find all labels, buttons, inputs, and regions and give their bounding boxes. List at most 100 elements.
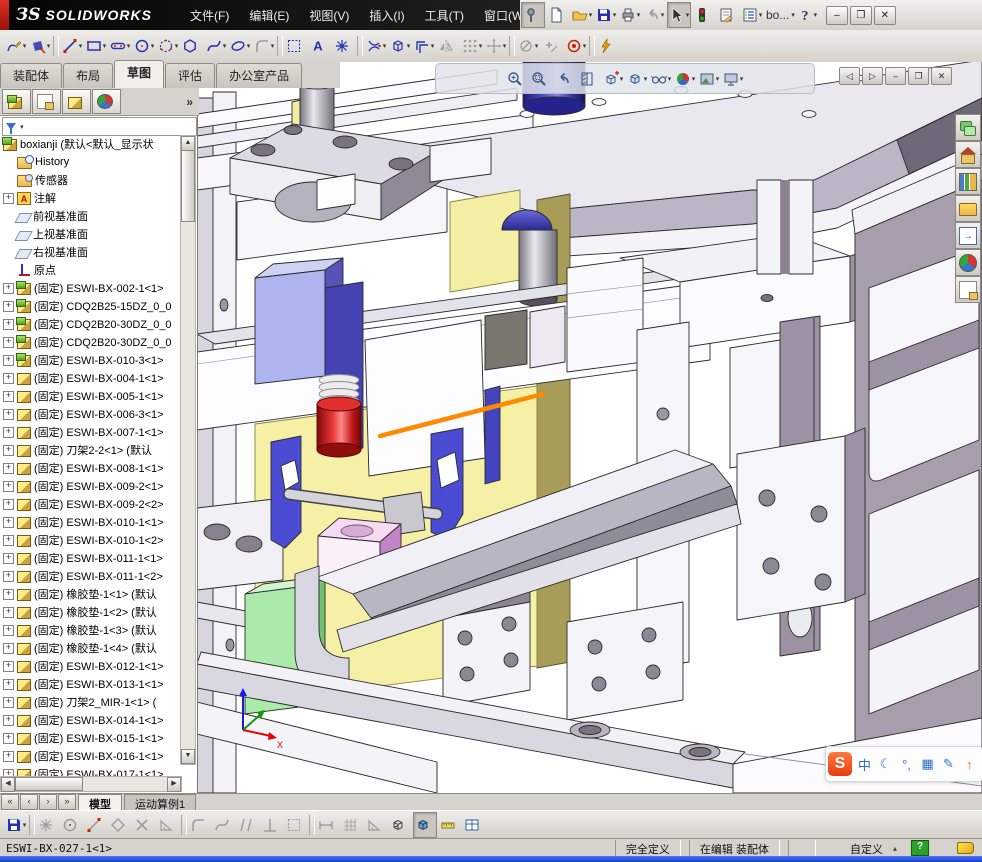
menu-item[interactable]: 文件(F) <box>180 3 239 28</box>
tree-item[interactable]: (固定) ESWI-BX-015-1<1> <box>0 729 181 747</box>
custom-status-arrow-icon[interactable]: ▴ <box>893 844 897 853</box>
tree-item[interactable]: (固定) ESWI-BX-004-1<1> <box>0 369 181 387</box>
design-table-button[interactable]: ▾ <box>463 813 485 837</box>
custom-properties-button[interactable] <box>955 276 981 303</box>
last-tab-button[interactable]: » <box>58 794 76 810</box>
handwriting-button[interactable]: ✎ <box>938 756 959 772</box>
dropdown-arrow-icon[interactable]: ▾ <box>686 11 690 19</box>
angle-snap-button[interactable]: ▾ <box>157 813 179 837</box>
close-viewport-button[interactable]: ✕ <box>931 67 952 85</box>
dropdown-arrow-icon[interactable]: ▾ <box>151 42 155 50</box>
tree-item[interactable]: (固定) ESWI-BX-009-2<2> <box>0 495 181 513</box>
tree-item[interactable]: (固定) 刀架2-2<1> (默认 <box>0 441 181 459</box>
scroll-right-button[interactable]: ▶ <box>167 777 181 792</box>
save-button[interactable]: ▾ <box>5 813 27 837</box>
curvature-snap-button[interactable]: ▾ <box>213 813 235 837</box>
offset-entities-button[interactable]: ▾ <box>413 34 435 58</box>
tree-item[interactable]: (固定) CDQ2B20-30DZ_0_0 <box>0 333 181 351</box>
point-trail-button[interactable]: ▾ <box>285 813 307 837</box>
save-button[interactable]: ▾ <box>595 3 617 27</box>
sketch-button[interactable]: ▾ <box>5 34 27 58</box>
dropdown-arrow-icon[interactable]: ▾ <box>223 42 227 50</box>
view-settings-button[interactable]: ▾ <box>722 67 744 91</box>
next-tab-button[interactable]: › <box>39 794 57 810</box>
help-button[interactable]: ▾ <box>796 3 818 27</box>
new-file-button[interactable]: ▾ <box>547 3 569 27</box>
shaded-view-button[interactable]: ▾ <box>413 812 437 838</box>
dropdown-arrow-icon[interactable]: ▾ <box>668 75 672 83</box>
point-button[interactable]: ▾ <box>333 34 355 58</box>
command-tab[interactable]: 草图 <box>114 60 164 88</box>
expand-toggle[interactable] <box>3 301 14 312</box>
circle-button[interactable]: ▾ <box>133 34 155 58</box>
zoom-to-area-button[interactable]: ▾ <box>530 67 552 91</box>
scroll-thumb[interactable] <box>15 777 83 791</box>
expand-toggle[interactable] <box>3 571 14 582</box>
tree-item[interactable]: (固定) ESWI-BX-009-2<1> <box>0 477 181 495</box>
expand-toggle[interactable] <box>3 373 14 384</box>
model-tab[interactable]: 运动算例1 <box>124 794 196 811</box>
dropdown-arrow-icon[interactable]: ▾ <box>431 42 435 50</box>
dropdown-arrow-icon[interactable]: ▾ <box>479 42 483 50</box>
intersection-snap-button[interactable]: ▾ <box>133 813 155 837</box>
fullwidth-mode-button[interactable]: ☾ <box>875 756 896 772</box>
model-tab[interactable]: 模型 <box>78 794 122 811</box>
line-snap-button[interactable]: ▾ <box>85 813 107 837</box>
parallel-snap-button[interactable]: ▾ <box>237 813 259 837</box>
punctuation-mode-button[interactable]: °, <box>896 757 917 772</box>
tree-item[interactable]: (固定) ESWI-BX-012-1<1> <box>0 657 181 675</box>
tree-item[interactable]: (固定) 橡胶垫-1<2> (默认 <box>0 603 181 621</box>
tree-item[interactable]: (固定) ESWI-BX-010-3<1> <box>0 351 181 369</box>
search-dropdown-icon[interactable]: ▾ <box>791 11 795 19</box>
trim-entities-button[interactable]: ▾ <box>365 34 387 58</box>
scroll-thumb[interactable] <box>181 150 195 222</box>
expand-toggle[interactable] <box>3 679 14 690</box>
center-snap-button[interactable]: ▾ <box>61 813 83 837</box>
expand-toggle[interactable] <box>3 427 14 438</box>
print-button[interactable]: ▾ <box>619 3 641 27</box>
command-tab[interactable]: 办公室产品 <box>216 63 302 88</box>
tree-item[interactable]: (固定) ESWI-BX-014-1<1> <box>0 711 181 729</box>
tree-item[interactable]: 前视基准面 <box>0 207 181 225</box>
tree-item[interactable]: (固定) ESWI-BX-010-1<2> <box>0 531 181 549</box>
expand-toggle[interactable] <box>3 535 14 546</box>
section-view-button[interactable]: ▾ <box>578 67 600 91</box>
tree-item[interactable]: (固定) 刀架2_MIR-1<1> ( <box>0 693 181 711</box>
apply-scene-button[interactable]: ▾ <box>698 67 720 91</box>
sogou-logo[interactable]: S <box>828 752 852 776</box>
expand-toggle[interactable] <box>3 643 14 654</box>
tree-item[interactable]: (固定) ESWI-BX-010-1<1> <box>0 513 181 531</box>
view-orientation-button[interactable]: ▾ <box>602 67 624 91</box>
edit-options-button[interactable]: ▾ <box>717 3 739 27</box>
command-tab[interactable]: 布局 <box>63 63 113 88</box>
solidworks-resources-button[interactable] <box>955 141 981 168</box>
dropdown-arrow-icon[interactable]: ▾ <box>692 75 696 83</box>
dropdown-arrow-icon[interactable]: ▾ <box>589 11 593 19</box>
expand-toggle[interactable] <box>3 193 14 204</box>
angle-grid-button[interactable]: ▾ <box>365 813 387 837</box>
dropdown-arrow-icon[interactable]: ▾ <box>583 42 587 50</box>
tangent-snap-button[interactable]: ▾ <box>189 813 211 837</box>
dropdown-arrow-icon[interactable]: ▾ <box>716 75 720 83</box>
perpendicular-snap-button[interactable]: ▾ <box>261 813 283 837</box>
panel-overflow-button[interactable]: » <box>186 95 193 109</box>
tree-horizontal-scrollbar[interactable]: ◀ ▶ <box>0 776 182 792</box>
expand-toggle[interactable] <box>3 697 14 708</box>
dropdown-arrow-icon[interactable]: ▾ <box>613 11 617 19</box>
prev-tab-button[interactable]: ‹ <box>20 794 38 810</box>
tree-item[interactable]: 右视基准面 <box>0 243 181 261</box>
featuremanager-tree-tab[interactable] <box>2 89 31 114</box>
previous-view-button[interactable]: ▾ <box>554 67 576 91</box>
dropdown-arrow-icon[interactable]: ▾ <box>23 42 27 50</box>
expand-toggle[interactable] <box>3 445 14 456</box>
command-tab[interactable]: 评估 <box>165 63 215 88</box>
expand-toggle[interactable] <box>3 733 14 744</box>
move-entities-button[interactable]: ▾ <box>485 34 507 58</box>
menu-item[interactable]: 工具(T) <box>415 3 474 28</box>
tree-item[interactable]: (固定) 橡胶垫-1<3> (默认 <box>0 621 181 639</box>
tree-item[interactable]: (固定) ESWI-BX-007-1<1> <box>0 423 181 441</box>
expand-toggle[interactable] <box>3 409 14 420</box>
select-button[interactable]: ▾ <box>667 2 691 28</box>
tree-item[interactable]: (固定) ESWI-BX-008-1<1> <box>0 459 181 477</box>
solidworks-forum-button[interactable] <box>955 114 981 141</box>
